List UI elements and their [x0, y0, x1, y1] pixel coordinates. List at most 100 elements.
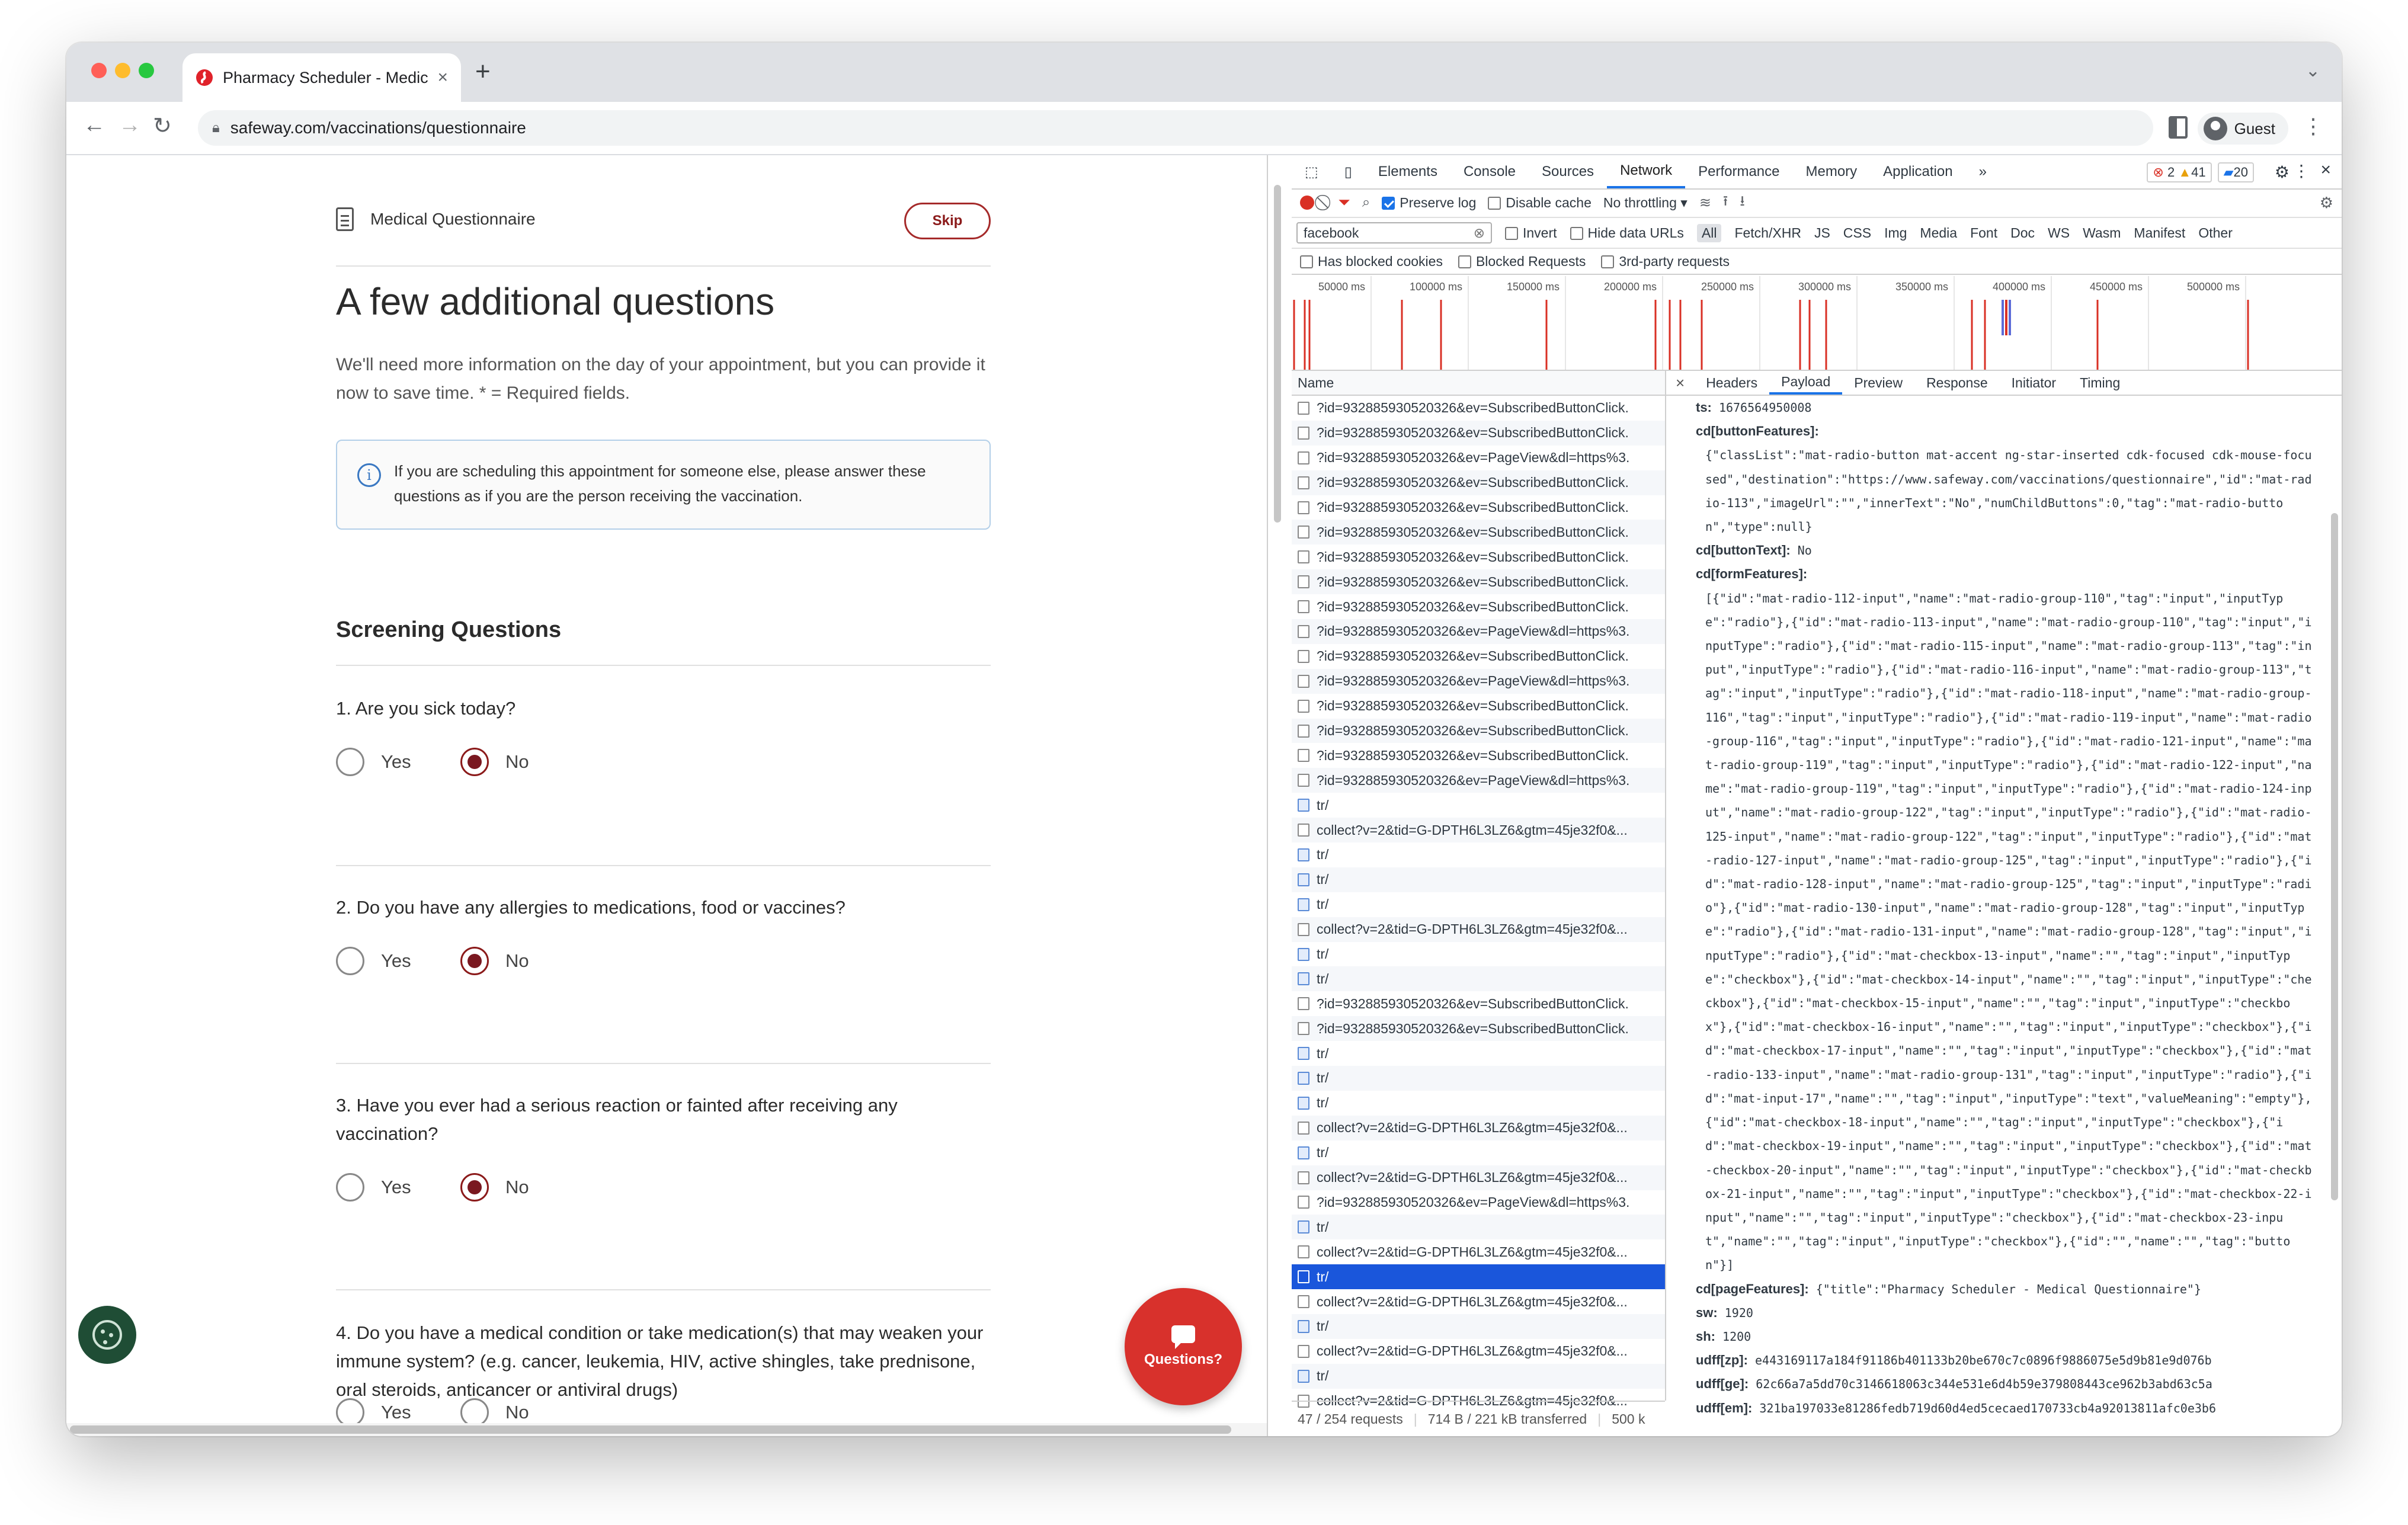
request-row[interactable]: ?id=932885930520326&ev=PageView&dl=https…	[1292, 768, 1665, 793]
request-row[interactable]: ?id=932885930520326&ev=SubscribedButtonC…	[1292, 743, 1665, 768]
close-detail-icon[interactable]: ×	[1666, 374, 1694, 392]
inspect-element-icon[interactable]: ⬚	[1292, 155, 1331, 188]
checkbox-unchecked[interactable]	[1505, 227, 1518, 241]
type-filter-media[interactable]: Media	[1920, 225, 1957, 241]
request-row[interactable]: tr/	[1292, 1140, 1665, 1165]
type-filter-img[interactable]: Img	[1884, 225, 1907, 241]
radio-no-1[interactable]	[460, 748, 489, 776]
detail-tab-preview[interactable]: Preview	[1842, 371, 1914, 395]
request-row[interactable]: tr/	[1292, 1041, 1665, 1066]
question-4-yes-option[interactable]: Yes	[336, 1398, 411, 1427]
request-row[interactable]: ?id=932885930520326&ev=SubscribedButtonC…	[1292, 694, 1665, 719]
request-row[interactable]: collect?v=2&tid=G-DPTH6L3LZ6&gtm=45je32f…	[1292, 1289, 1665, 1314]
import-har-icon[interactable]: ⭱	[1723, 191, 1728, 215]
checkbox-checked[interactable]	[1382, 197, 1395, 210]
more-tabs-button[interactable]: »	[1966, 155, 2000, 188]
messages-badge[interactable]: ▰20	[2217, 162, 2254, 182]
request-row[interactable]: tr/	[1292, 793, 1665, 818]
close-devtools-icon[interactable]: ×	[2320, 160, 2331, 180]
cookie-settings-button[interactable]	[78, 1306, 136, 1364]
type-filter-fetch-xhr[interactable]: Fetch/XHR	[1734, 225, 1801, 241]
close-window-button[interactable]	[91, 63, 107, 78]
radio-no-2[interactable]	[460, 947, 489, 975]
request-row[interactable]: ?id=932885930520326&ev=SubscribedButtonC…	[1292, 1016, 1665, 1042]
request-row[interactable]: ?id=932885930520326&ev=SubscribedButtonC…	[1292, 594, 1665, 619]
request-row[interactable]: tr/	[1292, 966, 1665, 992]
question-1-no-option[interactable]: No	[460, 748, 529, 776]
type-filter-js[interactable]: JS	[1814, 225, 1830, 241]
detail-tab-timing[interactable]: Timing	[2068, 371, 2132, 395]
request-row[interactable]: tr/	[1292, 1066, 1665, 1091]
filter-input[interactable]: facebook ⊗	[1296, 222, 1492, 244]
checkbox-unchecked[interactable]	[1458, 255, 1471, 269]
reload-icon[interactable]: ↻	[153, 113, 172, 139]
type-filter-all[interactable]: All	[1696, 223, 1722, 242]
request-row[interactable]: collect?v=2&tid=G-DPTH6L3LZ6&gtm=45je32f…	[1292, 1239, 1665, 1264]
question-2-yes-option[interactable]: Yes	[336, 947, 411, 975]
search-icon[interactable]: ⌕	[1362, 194, 1370, 211]
throttling-select[interactable]: No throttling ▾	[1603, 195, 1687, 211]
request-row[interactable]: ?id=932885930520326&ev=SubscribedButtonC…	[1292, 544, 1665, 569]
issue-badges[interactable]: ⊗ 2 ▲41 ▰20	[2147, 162, 2254, 182]
type-filter-manifest[interactable]: Manifest	[2134, 225, 2185, 241]
blocked-requests-checkbox[interactable]: Blocked Requests	[1458, 254, 1586, 270]
browser-tab[interactable]: Pharmacy Scheduler - Medical ×	[182, 53, 461, 102]
tab-elements[interactable]: Elements	[1365, 155, 1450, 188]
name-column-header[interactable]: Name	[1292, 371, 1665, 396]
profile-button[interactable]: Guest	[2197, 113, 2288, 145]
request-row[interactable]: tr/	[1292, 942, 1665, 967]
tab-application[interactable]: Application	[1870, 155, 1965, 188]
question-2-no-option[interactable]: No	[460, 947, 529, 975]
invert-checkbox[interactable]: Invert	[1505, 225, 1557, 241]
record-button[interactable]	[1300, 196, 1314, 210]
request-row[interactable]: ?id=932885930520326&ev=SubscribedButtonC…	[1292, 520, 1665, 545]
scrollbar-thumb[interactable]	[70, 1425, 1231, 1434]
checkbox-unchecked[interactable]	[1488, 197, 1501, 210]
tab-network[interactable]: Network	[1607, 155, 1686, 188]
detail-tab-payload[interactable]: Payload	[1769, 371, 1843, 395]
request-row[interactable]: tr/	[1292, 892, 1665, 917]
disable-cache-checkbox[interactable]: Disable cache	[1488, 195, 1592, 211]
questions-chat-button[interactable]: Questions?	[1125, 1288, 1242, 1405]
forward-arrow-icon[interactable]: →	[119, 113, 141, 138]
side-panel-icon[interactable]	[2169, 116, 2188, 139]
type-filter-other[interactable]: Other	[2198, 225, 2233, 241]
request-row[interactable]: ?id=932885930520326&ev=PageView&dl=https…	[1292, 1190, 1665, 1215]
question-4-no-option[interactable]: No	[460, 1398, 529, 1427]
request-row[interactable]: ?id=932885930520326&ev=SubscribedButtonC…	[1292, 644, 1665, 669]
radio-yes-4[interactable]	[336, 1398, 364, 1427]
request-row[interactable]: tr/	[1292, 1264, 1665, 1290]
detail-tab-initiator[interactable]: Initiator	[2000, 371, 2068, 395]
third-party-checkbox[interactable]: 3rd-party requests	[1601, 254, 1730, 270]
type-filter-css[interactable]: CSS	[1843, 225, 1871, 241]
radio-yes-3[interactable]	[336, 1173, 364, 1202]
radio-yes-1[interactable]	[336, 748, 364, 776]
device-toolbar-icon[interactable]: ▯	[1331, 155, 1365, 188]
detail-tab-headers[interactable]: Headers	[1694, 371, 1769, 395]
checkbox-unchecked[interactable]	[1570, 227, 1583, 241]
request-row[interactable]: ?id=932885930520326&ev=SubscribedButtonC…	[1292, 420, 1665, 446]
request-row[interactable]: tr/	[1292, 867, 1665, 892]
scrollbar-thumb[interactable]	[1274, 185, 1281, 523]
request-row[interactable]: ?id=932885930520326&ev=PageView&dl=https…	[1292, 668, 1665, 694]
network-timeline-overview[interactable]: 50000 ms 100000 ms 150000 ms 200000 ms 25000…	[1292, 276, 2342, 371]
address-bar[interactable]: 🔒︎ safeway.com/vaccinations/questionnair…	[198, 110, 2153, 146]
skip-button[interactable]: Skip	[904, 203, 991, 239]
devtools-menu-icon[interactable]: ⋮	[2293, 161, 2310, 181]
request-row[interactable]: tr/	[1292, 1215, 1665, 1240]
network-settings-gear-icon[interactable]: ⚙	[2320, 194, 2333, 212]
clear-filter-icon[interactable]: ⊗	[1474, 225, 1485, 241]
radio-no-4[interactable]	[460, 1398, 489, 1427]
minimize-window-button[interactable]	[115, 63, 130, 78]
request-row[interactable]: ?id=932885930520326&ev=SubscribedButtonC…	[1292, 718, 1665, 744]
browser-menu-icon[interactable]: ⋮	[2303, 114, 2324, 139]
settings-gear-icon[interactable]: ⚙	[2275, 162, 2289, 182]
radio-yes-2[interactable]	[336, 947, 364, 975]
request-row[interactable]: collect?v=2&tid=G-DPTH6L3LZ6&gtm=45je32f…	[1292, 1165, 1665, 1190]
request-row[interactable]: ?id=932885930520326&ev=SubscribedButtonC…	[1292, 470, 1665, 495]
horizontal-scrollbar[interactable]	[66, 1423, 1267, 1436]
question-1-yes-option[interactable]: Yes	[336, 748, 411, 776]
tab-performance[interactable]: Performance	[1685, 155, 1792, 188]
request-row[interactable]: ?id=932885930520326&ev=SubscribedButtonC…	[1292, 569, 1665, 595]
question-3-yes-option[interactable]: Yes	[336, 1173, 411, 1202]
